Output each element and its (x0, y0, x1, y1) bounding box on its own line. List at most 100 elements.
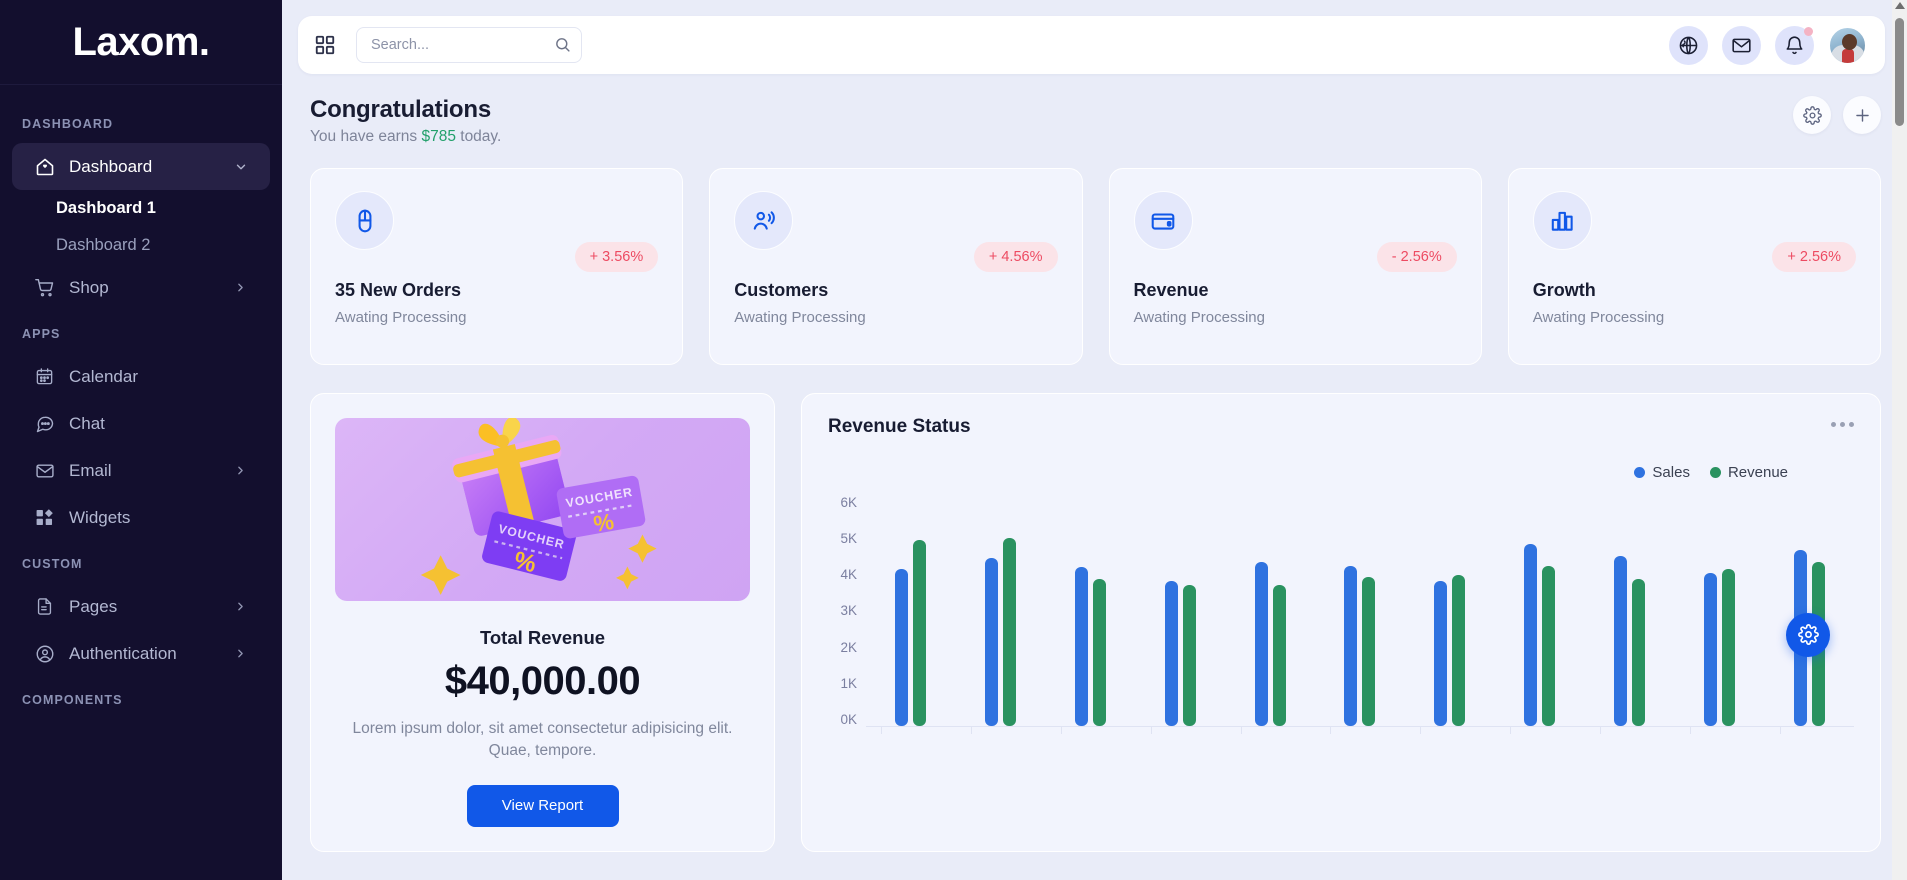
customers-icon (734, 191, 794, 250)
avatar[interactable] (1828, 25, 1867, 65)
chart-title: Revenue Status (828, 416, 971, 437)
bar-group[interactable] (881, 495, 927, 734)
scroll-up-arrow[interactable] (1895, 2, 1905, 9)
revenue-status-card: Revenue Status Sales Revenue 6K 5K 4K 3K 2K 1… (801, 393, 1881, 852)
legend-item-revenue[interactable]: Revenue (1709, 464, 1788, 481)
bar-sales[interactable] (895, 569, 909, 726)
sidebar-subitem-dashboard-1[interactable]: Dashboard 1 (0, 190, 282, 227)
chart-header: Revenue Status (828, 416, 1854, 438)
sidebar-section-components: COMPONENTS (22, 693, 123, 707)
sidebar-item-widgets[interactable]: Widgets (12, 494, 270, 541)
bar-group[interactable] (971, 495, 1017, 734)
chart-plot-area: 6K 5K 4K 3K 2K 1K 0K (828, 495, 1854, 739)
mail-icon[interactable] (1722, 25, 1761, 65)
bar-sales[interactable] (1613, 555, 1627, 726)
congratulations-block: Congratulations You have earns $785 toda… (310, 96, 1885, 146)
avatar-head (1842, 33, 1857, 50)
sidebar-subitem-dashboard-2[interactable]: Dashboard 2 (0, 227, 282, 264)
chat-icon (34, 413, 55, 434)
stat-card-new-orders[interactable]: + 3.56% 35 New Orders Awating Processing (310, 168, 684, 365)
sidebar: Laxom. DASHBOARD Dashboard Dashboard 1 D… (0, 0, 282, 880)
earnings-post: today. (455, 128, 502, 145)
bar-group[interactable] (1061, 495, 1107, 734)
topbar (298, 16, 1885, 74)
bar-sales[interactable] (985, 557, 999, 726)
gear-icon[interactable] (1793, 96, 1831, 134)
plus-icon[interactable] (1843, 96, 1881, 134)
bar-revenue[interactable] (1182, 584, 1196, 726)
bar-sales[interactable] (1703, 573, 1717, 726)
chevron-right-icon (234, 281, 248, 295)
stat-title: Customers (734, 280, 829, 300)
bar-revenue[interactable] (913, 540, 927, 726)
avatar-shirt (1842, 48, 1854, 63)
bar-revenue[interactable] (1542, 565, 1556, 726)
bar-revenue[interactable] (1093, 579, 1107, 726)
view-report-button[interactable]: View Report (466, 784, 619, 827)
bar-revenue[interactable] (1452, 575, 1466, 726)
congratulations-text: Congratulations You have earns $785 toda… (310, 96, 501, 146)
stat-subtitle: Awating Processing (734, 309, 866, 326)
total-revenue-card: VOUCHER % VOUCHER % Total Revenue $40,00… (310, 393, 775, 852)
scrollbar-thumb[interactable] (1895, 18, 1904, 126)
sidebar-item-pages[interactable]: Pages (12, 583, 270, 630)
sidebar-item-calendar[interactable]: Calendar (12, 353, 270, 400)
user-circle-icon (34, 643, 55, 664)
sidebar-item-email[interactable]: Email (12, 447, 270, 494)
bar-sales[interactable] (1254, 561, 1268, 726)
bar-sales[interactable] (1075, 567, 1089, 726)
bar-revenue[interactable] (1362, 577, 1376, 726)
search-icon[interactable] (554, 36, 571, 53)
grid-icon[interactable] (314, 34, 336, 56)
bar-revenue[interactable] (1003, 538, 1017, 726)
bar-sales[interactable] (1164, 581, 1178, 726)
bar-group[interactable] (1150, 495, 1196, 734)
stat-card-revenue[interactable]: - 2.56% Revenue Awating Processing (1108, 168, 1482, 365)
bar-group[interactable] (1240, 495, 1286, 734)
sidebar-item-dashboard[interactable]: Dashboard (12, 143, 270, 190)
bar-sales[interactable] (1344, 565, 1358, 726)
sidebar-item-label: Pages (69, 596, 118, 616)
legend-item-sales[interactable]: Sales (1634, 464, 1690, 481)
sidebar-item-label: Widgets (69, 507, 131, 527)
stat-card-growth[interactable]: + 2.56% Growth Awating Processing (1507, 168, 1881, 365)
total-revenue-title: Total Revenue (479, 627, 606, 648)
bar-group[interactable] (1779, 495, 1825, 734)
bar-group[interactable] (1689, 495, 1735, 734)
floating-settings-button[interactable] (1786, 612, 1830, 657)
sidebar-item-chat[interactable]: Chat (12, 400, 270, 447)
stat-card-customers[interactable]: + 4.56% Customers Awating Processing (709, 168, 1083, 365)
earnings-amount: $785 (421, 128, 456, 145)
sidebar-item-authentication[interactable]: Authentication (12, 630, 270, 677)
bell-icon[interactable] (1775, 25, 1814, 65)
chevron-right-icon (234, 464, 248, 478)
bar-group[interactable] (1599, 495, 1645, 734)
brand-logo[interactable]: Laxom. (0, 0, 282, 85)
bar-revenue[interactable] (1631, 579, 1645, 726)
more-horizontal-icon[interactable] (1831, 416, 1854, 427)
chevron-right-icon (234, 647, 248, 661)
bar-revenue[interactable] (1721, 569, 1735, 726)
bar-group[interactable] (1330, 495, 1376, 734)
sidebar-item-shop[interactable]: Shop (12, 264, 270, 311)
notification-badge (1804, 26, 1813, 36)
search-input[interactable] (356, 27, 582, 63)
sidebar-section-custom: CUSTOM (22, 557, 83, 571)
bar-revenue[interactable] (1272, 584, 1286, 726)
total-revenue-amount: $40,000.00 (444, 659, 641, 703)
y-tick-label: 3K (840, 603, 857, 619)
sidebar-item-label: Dashboard (69, 156, 153, 176)
stat-subtitle: Awating Processing (335, 309, 467, 326)
globe-icon[interactable] (1669, 25, 1708, 65)
brand-name: Laxom. (72, 19, 210, 64)
legend-dot-sales (1634, 467, 1646, 478)
bar-sales[interactable] (1434, 581, 1448, 726)
bar-sales[interactable] (1524, 544, 1538, 726)
legend-label-revenue: Revenue (1727, 464, 1788, 481)
bar-group[interactable] (1420, 495, 1466, 734)
page-scrollbar[interactable] (1892, 0, 1907, 880)
bar-group[interactable] (1510, 495, 1556, 734)
status-badge: + 2.56% (1772, 242, 1856, 272)
gift-voucher-illustration: VOUCHER % VOUCHER % (335, 418, 750, 601)
stat-subtitle: Awating Processing (1532, 309, 1665, 326)
